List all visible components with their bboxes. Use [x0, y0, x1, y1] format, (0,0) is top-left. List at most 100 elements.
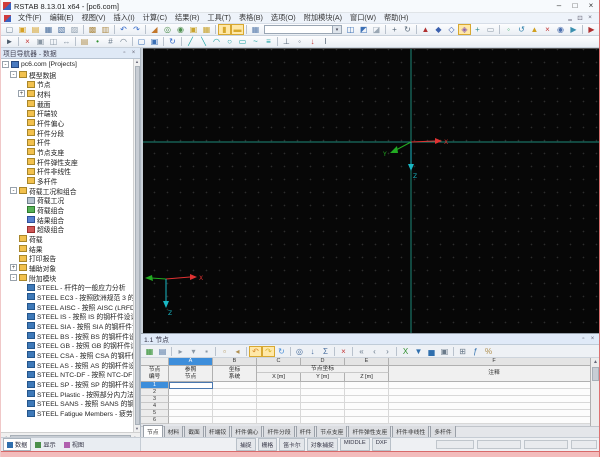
menu-item[interactable]: 帮助(H) — [380, 13, 412, 23]
redo-icon[interactable]: ↷ — [130, 24, 143, 35]
menu-item[interactable]: 工具(T) — [203, 13, 235, 23]
cell-reference-node[interactable] — [169, 403, 213, 410]
insert-row-icon[interactable]: ▸ — [174, 346, 187, 357]
find-icon[interactable]: ◎ — [293, 346, 306, 357]
full-view-icon[interactable]: ◉ — [174, 24, 187, 35]
tree-steel-bs[interactable]: STEEL BS - 按照 BS 的钢杆件设计 — [1, 331, 133, 341]
cell-y[interactable] — [301, 410, 345, 417]
undo-icon[interactable]: ↶ — [117, 24, 130, 35]
axes-icon[interactable]: + — [471, 24, 484, 35]
cell-comment[interactable] — [389, 396, 600, 403]
tree-nodes[interactable]: 节点 — [1, 79, 133, 89]
clear-table-icon[interactable]: ▪ — [200, 346, 213, 357]
insert-node-icon[interactable]: • — [91, 36, 104, 47]
ttab-materials[interactable]: 材料 — [164, 425, 184, 437]
expander-icon[interactable] — [18, 226, 25, 233]
new-file-icon[interactable]: ▢ — [3, 24, 16, 35]
tree-nodal-supports[interactable]: 节点支座 — [1, 147, 133, 157]
expander-icon[interactable] — [18, 390, 25, 397]
cell-x[interactable] — [257, 403, 301, 410]
pointer-icon[interactable]: ► — [3, 36, 16, 47]
menu-item[interactable]: 结果(R) — [171, 13, 203, 23]
cell-reference-node[interactable] — [169, 396, 213, 403]
mdi-minimize-icon[interactable]: ‗ — [565, 14, 575, 22]
cell-coordinate-system[interactable] — [213, 382, 257, 389]
tree-steel-plastic[interactable]: STEEL Plastic - 按照部分内力法设 — [1, 389, 133, 399]
results-icon[interactable]: ▲ — [419, 24, 432, 35]
move-icon[interactable]: + — [388, 24, 401, 35]
expander-icon[interactable] — [18, 400, 25, 407]
ttab-hinges[interactable]: 杆端铰 — [205, 425, 230, 437]
zoom-icon[interactable]: ◎ — [161, 24, 174, 35]
tree-nonlinearities[interactable]: 杆件非线性 — [1, 166, 133, 176]
select-window-icon[interactable]: ▣ — [148, 36, 161, 47]
mdi-close-icon[interactable]: × — [585, 14, 595, 22]
scrollbar-thumb[interactable] — [135, 66, 140, 425]
navtab-data[interactable]: 数据 — [3, 438, 31, 451]
nav-prev-icon[interactable]: ‹ — [368, 346, 381, 357]
expander-icon[interactable] — [18, 303, 25, 310]
tree-load-cases[interactable]: 荷载工况 — [1, 195, 133, 205]
ttab-members[interactable]: 杆件 — [296, 425, 316, 437]
copy-object-icon[interactable]: ▣ — [34, 36, 47, 47]
mirror-icon[interactable]: ◫ — [47, 36, 60, 47]
column-letter[interactable]: F — [389, 358, 600, 366]
scroll-up-icon[interactable]: ▲ — [593, 358, 598, 366]
expander-icon[interactable] — [18, 158, 25, 165]
select-all-icon[interactable]: ▢ — [135, 36, 148, 47]
cell-reference-node[interactable] — [169, 410, 213, 417]
undo-table-icon[interactable]: ↶ — [249, 346, 262, 357]
cell-coordinate-system[interactable] — [213, 396, 257, 403]
ttab-nonlinearities[interactable]: 杆件非线性 — [392, 425, 429, 437]
block-icon[interactable]: ▦ — [200, 24, 213, 35]
copy-row-icon[interactable]: ▫ — [218, 346, 231, 357]
stretch-icon[interactable]: ↔ — [60, 36, 73, 47]
expander-icon[interactable] — [18, 139, 25, 146]
expander-icon[interactable] — [18, 168, 25, 175]
hinge-tool-icon[interactable]: ◦ — [293, 36, 306, 47]
model-canvas[interactable]: X Y Z X Y Z — [143, 48, 599, 333]
nav-first-icon[interactable]: « — [355, 346, 368, 357]
column-letter[interactable]: D — [301, 358, 345, 366]
expander-icon[interactable] — [18, 148, 25, 155]
member-spline-icon[interactable]: ~ — [249, 36, 262, 47]
cell-coordinate-system[interactable] — [213, 389, 257, 396]
paste-icon[interactable]: ▥ — [99, 24, 112, 35]
tree-eccentricities[interactable]: 杆件偏心 — [1, 118, 133, 128]
table-settings-icon[interactable]: ▤ — [156, 346, 169, 357]
tree-loads[interactable]: 荷载 — [1, 234, 133, 244]
comment-icon[interactable]: ▣ — [187, 24, 200, 35]
tree-super-combinations[interactable]: 超级组合 — [1, 224, 133, 234]
load-tool-icon[interactable]: ↓ — [306, 36, 319, 47]
expander-icon[interactable] — [18, 322, 25, 329]
delete-all-icon[interactable]: × — [541, 24, 554, 35]
tree-steel-ntc[interactable]: STEEL NTC-DF - 按照 NTC-DF 的 — [1, 370, 133, 380]
combo-arrow-icon[interactable]: ▾ — [332, 26, 341, 33]
go-down-icon[interactable]: ↓ — [306, 346, 319, 357]
snap-grid-icon[interactable]: ▦ — [249, 24, 262, 35]
cell-y[interactable] — [301, 396, 345, 403]
tree-steel-sans[interactable]: STEEL SANS - 按照 SANS 的钢杆 — [1, 399, 133, 409]
row-number[interactable]: 6 — [141, 417, 169, 424]
expander-icon[interactable] — [18, 332, 25, 339]
member-line-icon[interactable]: ╱ — [184, 36, 197, 47]
table-row[interactable]: 2 — [141, 389, 600, 396]
status-toggle[interactable]: 对象捕捉 — [307, 438, 338, 451]
cell-z[interactable] — [345, 382, 389, 389]
tree-steel-sia[interactable]: STEEL SIA - 按照 SIA 的钢杆件设 — [1, 321, 133, 331]
cell-reference-node[interactable] — [169, 382, 213, 389]
expander-icon[interactable] — [18, 351, 25, 358]
regenerate-icon[interactable]: ↻ — [166, 36, 179, 47]
margins-icon[interactable]: ▭ — [484, 24, 497, 35]
camera-icon[interactable]: ▣ — [438, 346, 451, 357]
expander-icon[interactable] — [18, 371, 25, 378]
expander-icon[interactable] — [18, 313, 25, 320]
member-polyline-icon[interactable]: ╲ — [197, 36, 210, 47]
render-solid-icon[interactable]: ◆ — [432, 24, 445, 35]
tree-hinges[interactable]: 杆端铰 — [1, 108, 133, 118]
expander-icon[interactable] — [18, 129, 25, 136]
cell-z[interactable] — [345, 410, 389, 417]
tree-elastic-foundations[interactable]: 杆件弹性支座 — [1, 157, 133, 167]
cut-icon[interactable]: × — [21, 36, 34, 47]
scroll-up-icon[interactable]: ▲ — [135, 59, 139, 65]
